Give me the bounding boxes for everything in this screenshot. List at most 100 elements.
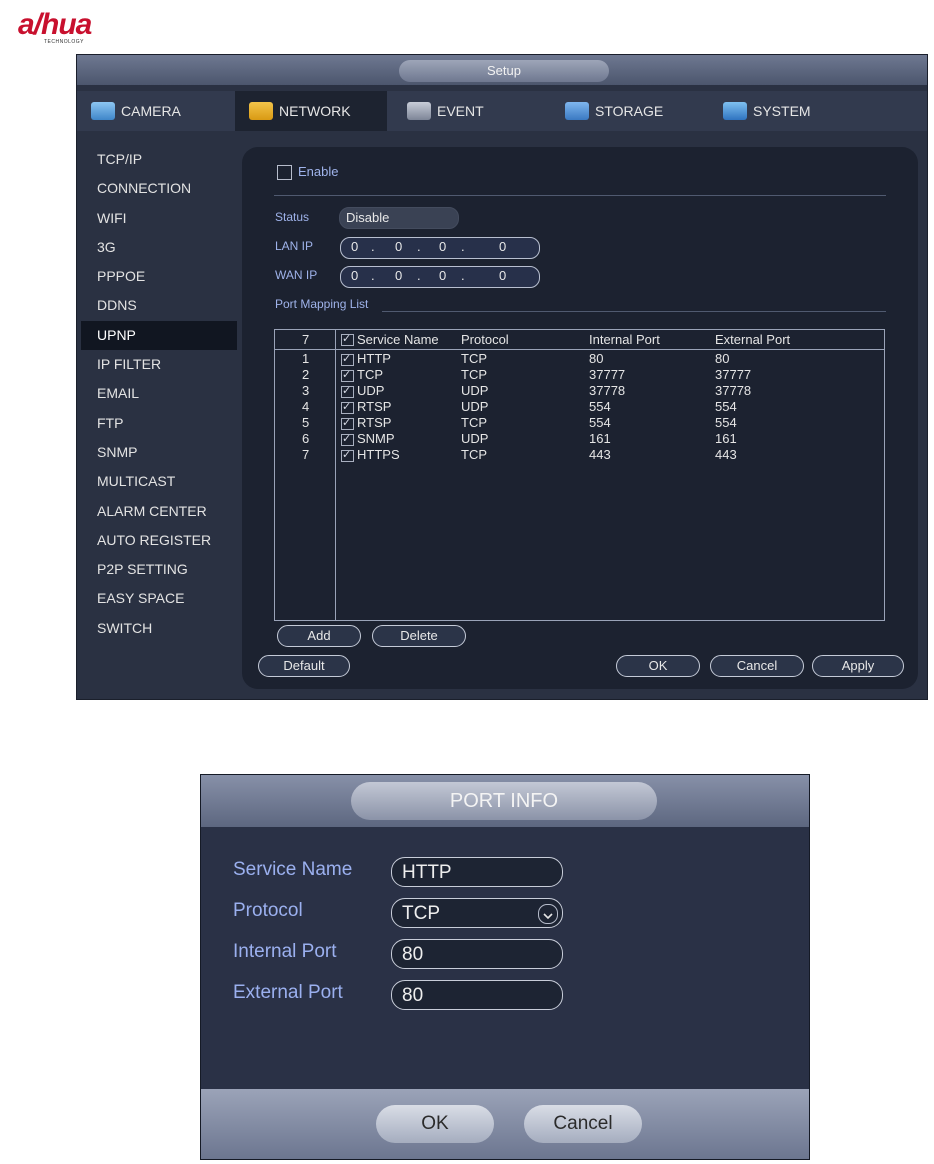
cell-external-port: 554	[715, 415, 737, 430]
setup-window: Setup CAMERA NETWORK EVENT STORAGE SYSTE…	[76, 54, 928, 700]
row-checkbox[interactable]	[341, 352, 354, 366]
sidebar-item-connection[interactable]: CONNECTION	[81, 174, 237, 203]
sidebar-item-upnp[interactable]: UPNP	[81, 320, 237, 351]
protocol-select[interactable]: TCP	[391, 898, 563, 928]
internal-port-label: Internal Port	[233, 941, 337, 962]
table-row[interactable]: 3 UDP UDP 37778 37778	[275, 383, 884, 399]
lan-ip-octet-1: 0	[351, 239, 359, 254]
lan-ip-octet-2: 0	[395, 239, 403, 254]
row-index: 2	[302, 367, 310, 382]
cell-external-port: 161	[715, 431, 737, 446]
tab-storage-label: STORAGE	[595, 103, 664, 119]
protocol-value: TCP	[402, 903, 440, 924]
table-row[interactable]: 6 SNMP UDP 161 161	[275, 431, 884, 447]
tab-camera-label: CAMERA	[121, 103, 181, 119]
event-icon	[407, 102, 431, 120]
row-checkbox[interactable]	[341, 432, 354, 446]
sidebar-item-email[interactable]: EMAIL	[81, 379, 237, 408]
cell-protocol: TCP	[461, 367, 487, 382]
cell-service: HTTPS	[357, 447, 400, 462]
sidebar-item-ip-filter[interactable]: IP FILTER	[81, 350, 237, 379]
wan-ip-octet-1: 0	[351, 268, 359, 283]
sidebar-item-auto-register[interactable]: AUTO REGISTER	[81, 526, 237, 555]
table-row[interactable]: 4 RTSP UDP 554 554	[275, 399, 884, 415]
upnp-panel: Enable Status Disable LAN IP 0 . 0 . 0 .…	[242, 147, 918, 689]
apply-button[interactable]: Apply	[812, 655, 904, 677]
default-button[interactable]: Default	[258, 655, 350, 677]
service-name-input[interactable]: HTTP	[391, 857, 563, 887]
status-value: Disable	[346, 210, 390, 225]
port-mapping-label: Port Mapping List	[275, 297, 369, 311]
cell-internal-port: 80	[589, 351, 604, 366]
cell-internal-port: 554	[589, 415, 611, 430]
protocol-label: Protocol	[233, 900, 303, 921]
ip-dot: .	[371, 239, 375, 254]
table-row[interactable]: 5 RTSP TCP 554 554	[275, 415, 884, 431]
dialog-footer: OK Cancel	[201, 1089, 809, 1159]
sidebar-item-ftp[interactable]: FTP	[81, 409, 237, 438]
sidebar-item-ddns[interactable]: DDNS	[81, 291, 237, 320]
tab-system[interactable]: SYSTEM	[709, 91, 861, 131]
sidebar-item-3g[interactable]: 3G	[81, 233, 237, 262]
setup-titlebar: Setup	[77, 55, 927, 85]
sidebar-item-wifi[interactable]: WIFI	[81, 204, 237, 233]
ip-dot: .	[371, 268, 375, 283]
dialog-title: PORT INFO	[351, 782, 657, 820]
sidebar-item-tcpip[interactable]: TCP/IP	[81, 145, 237, 174]
row-checkbox[interactable]	[341, 400, 354, 414]
dialog-cancel-button[interactable]: Cancel	[524, 1105, 642, 1143]
table-row[interactable]: 1 HTTP TCP 80 80	[275, 351, 884, 367]
cell-protocol: TCP	[461, 415, 487, 430]
chevron-down-icon[interactable]	[538, 904, 558, 924]
sidebar-item-snmp[interactable]: SNMP	[81, 438, 237, 467]
tab-system-label: SYSTEM	[753, 103, 811, 119]
header-external-port: External Port	[715, 332, 791, 347]
cell-external-port: 443	[715, 447, 737, 462]
cell-external-port: 37777	[715, 367, 752, 382]
internal-port-input[interactable]: 80	[391, 939, 563, 969]
dialog-ok-button[interactable]: OK	[376, 1105, 494, 1143]
cell-external-port: 37778	[715, 383, 752, 398]
table-row[interactable]: 7 HTTPS TCP 443 443	[275, 447, 884, 463]
row-checkbox[interactable]	[341, 416, 354, 430]
row-checkbox[interactable]	[341, 448, 354, 462]
ip-dot: .	[417, 268, 421, 283]
tab-network[interactable]: NETWORK	[235, 91, 387, 131]
add-button[interactable]: Add	[277, 625, 361, 647]
sidebar-item-p2p-setting[interactable]: P2P SETTING	[81, 555, 237, 584]
sidebar-item-easy-space[interactable]: EASY SPACE	[81, 584, 237, 613]
ok-button[interactable]: OK	[616, 655, 700, 677]
cell-external-port: 80	[715, 351, 730, 366]
row-checkbox[interactable]	[341, 384, 354, 398]
delete-button[interactable]: Delete	[372, 625, 466, 647]
wan-ip-field[interactable]: 0 . 0 . 0 . 0	[340, 266, 540, 288]
cell-internal-port: 37778	[589, 383, 626, 398]
cell-internal-port: 443	[589, 447, 611, 462]
external-port-input[interactable]: 80	[391, 980, 563, 1010]
ip-dot: .	[417, 239, 421, 254]
lan-ip-field[interactable]: 0 . 0 . 0 . 0	[340, 237, 540, 259]
row-index: 4	[302, 399, 310, 414]
cancel-button[interactable]: Cancel	[710, 655, 804, 677]
tab-camera[interactable]: CAMERA	[77, 91, 229, 131]
lan-ip-octet-3: 0	[439, 239, 447, 254]
network-icon	[249, 102, 273, 120]
tab-storage[interactable]: STORAGE	[551, 91, 703, 131]
dahua-logo: a/hua TECHNOLOGY	[8, 6, 138, 46]
divider	[274, 195, 886, 196]
table-row[interactable]: 2 TCP TCP 37777 37777	[275, 367, 884, 383]
tab-event-label: EVENT	[437, 103, 484, 119]
select-all-checkbox[interactable]	[341, 332, 354, 346]
status-field: Disable	[339, 207, 459, 229]
row-checkbox[interactable]	[341, 368, 354, 382]
header-divider	[275, 349, 884, 350]
sidebar-item-pppoe[interactable]: PPPOE	[81, 262, 237, 291]
tab-event[interactable]: EVENT	[393, 91, 545, 131]
enable-checkbox[interactable]	[277, 165, 292, 180]
dialog-titlebar: PORT INFO	[201, 775, 809, 827]
external-port-label: External Port	[233, 982, 343, 1003]
sidebar-item-alarm-center[interactable]: ALARM CENTER	[81, 497, 237, 526]
main-tabs: CAMERA NETWORK EVENT STORAGE SYSTEM	[77, 91, 927, 131]
sidebar-item-multicast[interactable]: MULTICAST	[81, 467, 237, 496]
sidebar-item-switch[interactable]: SWITCH	[81, 614, 237, 643]
